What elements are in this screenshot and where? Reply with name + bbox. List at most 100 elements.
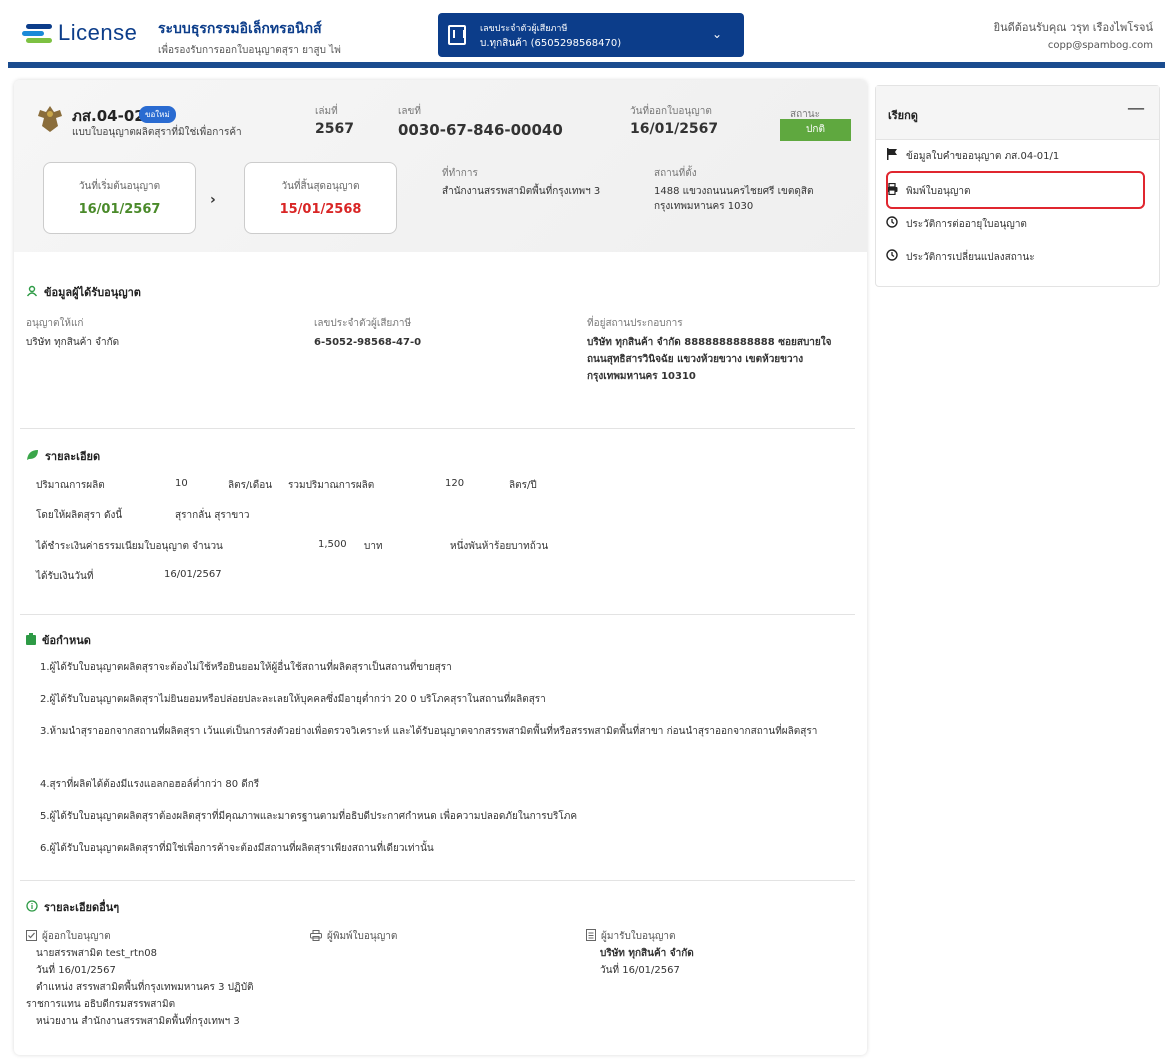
taxpayer-label: เลขประจำตัวผู้เสียภาษี [480, 24, 568, 34]
quantity-value: 10 [175, 478, 188, 489]
building-icon [448, 25, 466, 45]
licensee-tax-label: เลขประจำตัวผู้เสียภาษี [314, 318, 412, 329]
grant-to-label: อนุญาตให้แก่ [26, 318, 84, 329]
details-title-text: รายละเอียด [45, 450, 101, 463]
liquor-type-value: สุรากลั่น สุราขาว [175, 510, 250, 521]
start-date-label: วันที่เริ่มต้นอนุญาต [78, 181, 161, 192]
license-number-label: เลขที่ [398, 106, 421, 117]
grant-to-field: อนุญาตให้แก่ บริษัท ทุกสินค้า จำกัด [26, 316, 119, 351]
chevron-down-icon[interactable]: ⌄ [712, 27, 722, 41]
condition-item: 5.ผู้ได้รับใบอนุญาตผลิตสุราต้องผลิตสุราท… [40, 811, 578, 822]
divider [20, 614, 855, 615]
print-license-highlight [886, 171, 1145, 209]
issue-date-label: วันที่ออกใบอนุญาต [630, 106, 712, 117]
condition-item: 6.ผู้ได้รับใบอนุญาตผลิตสุราที่มิใช่เพื่อ… [40, 843, 434, 854]
business-address-field: ที่อยู่สถานประกอบการ บริษัท ทุกสินค้า จำ… [587, 316, 832, 385]
receiver-label: ผู้มารับใบอนุญาต [601, 931, 676, 942]
issuer-header: ผู้ออกใบอนุญาต [26, 929, 111, 944]
location-label: สถานที่ตั้ง [654, 168, 697, 179]
request-type-badge: ขอใหม่ [139, 106, 176, 123]
flag-icon [886, 148, 898, 160]
license-number-field: เลขที่ 0030-67-846-00040 [398, 104, 563, 139]
book-number-field: เล่มที่ 2567 [315, 104, 354, 137]
other-details-section-title: รายละเอียดอื่นๆ [26, 898, 119, 916]
garuda-emblem-icon [38, 106, 62, 132]
license-number-value: 0030-67-846-00040 [398, 121, 563, 139]
logo-text: License [58, 20, 138, 45]
chevron-right-icon: › [210, 192, 216, 208]
condition-item: 1.ผู้ได้รับใบอนุญาตผลิตสุราจะต้องไม่ใช้ห… [40, 662, 452, 673]
issuer-date: วันที่ 16/01/2567 [36, 965, 116, 976]
browse-panel-header: เรียกดู — [876, 86, 1159, 140]
system-subtitle-text: เพื่อรองรับการออกใบอนุญาตสุรา ยาสูบ ไพ่ [158, 45, 341, 56]
location-line2: กรุงเทพมหานคร 1030 [654, 201, 754, 212]
end-date-label: วันที่สิ้นสุดอนุญาต [281, 181, 360, 192]
taxpayer-selector[interactable]: เลขประจำตัวผู้เสียภาษี บ.ทุกสินค้า (6505… [438, 13, 744, 57]
document-icon [586, 929, 596, 944]
start-date-box: วันที่เริ่มต้นอนุญาต 16/01/2567 [43, 162, 196, 234]
sidebar-item-renewal-history[interactable]: ประวัติการต่ออายุใบอนุญาต [886, 216, 1027, 232]
checkbox-icon [26, 929, 37, 944]
top-bar: License ระบบธุรกรรมอิเล็กทรอนิกส์ เพื่อร… [8, 8, 1165, 68]
paid-date-label: ได้รับเงินวันที่ [36, 571, 94, 582]
system-title: ระบบธุรกรรมอิเล็กทรอนิกส์ เพื่อรองรับการ… [158, 18, 341, 58]
book-number-label: เล่มที่ [315, 106, 338, 117]
office-value: สำนักงานสรรพสามิตพื้นที่กรุงเทพฯ 3 [442, 186, 601, 197]
book-number-value: 2567 [315, 121, 354, 137]
printer-icon [310, 929, 322, 944]
license-logo[interactable]: License [22, 20, 137, 46]
person-icon [26, 285, 38, 300]
clock-icon [886, 249, 898, 261]
user-email: copp@spambog.com [1047, 40, 1153, 51]
license-detail-card: ภส.04-02/1 ขอใหม่ แบบใบอนุญาตผลิตสุราที่… [14, 80, 867, 1055]
quantity-label: ปริมาณการผลิต [36, 480, 105, 491]
issuer-name: นายสรรพสามิต test_rtn08 [36, 948, 158, 959]
issuer-position-line2: ราชการแทน อธิบดีกรมสรรพสามิต [26, 999, 176, 1010]
location-line1: 1488 แขวงถนนนครไชยศรี เขตดุสิต [654, 186, 814, 197]
collapse-icon[interactable]: — [1127, 98, 1145, 119]
paid-date-value: 16/01/2567 [164, 569, 222, 580]
total-quantity-value: 120 [445, 478, 465, 489]
business-address-line2: ถนนสุทธิสารวินิจฉัย แขวงห้วยขวาง เขตห้วย… [587, 354, 804, 365]
end-date-value: 15/01/2568 [279, 202, 362, 217]
issue-date-value: 16/01/2567 [630, 121, 719, 137]
receiver-date: วันที่ 16/01/2567 [600, 965, 680, 976]
receiver-name: บริษัท ทุกสินค้า จำกัด [600, 948, 694, 959]
divider [20, 880, 855, 881]
welcome-text: ยินดีต้อนรับคุณ วรุท เรืองไพโรจน์ [993, 21, 1153, 34]
office-field: ที่ทำการ สำนักงานสรรพสามิตพื้นที่กรุงเทพ… [442, 166, 600, 199]
license-subtitle: แบบใบอนุญาตผลิตสุราที่มิใช่เพื่อการค้า [72, 127, 242, 138]
divider [20, 428, 855, 429]
conditions-section-title: ข้อกำหนด [26, 631, 91, 649]
taxpayer-value: บ.ทุกสินค้า (6505298568470) [480, 38, 622, 49]
issue-date-field: วันที่ออกใบอนุญาต 16/01/2567 [630, 104, 718, 137]
condition-item: 4.สุราที่ผลิตได้ต้องมีแรงแอลกอฮอล์ต่ำกว่… [40, 779, 260, 790]
sidebar-item-label: ประวัติการต่ออายุใบอนุญาต [906, 219, 1027, 230]
grant-to-value: บริษัท ทุกสินค้า จำกัด [26, 337, 120, 348]
fee-label: ได้ชำระเงินค่าธรรมเนียมใบอนุญาต จำนวน [36, 541, 223, 552]
issuer-position-line1: ตำแหน่ง สรรพสามิตพื้นที่กรุงเทพมหานคร 3 … [36, 982, 254, 993]
liquor-type-label: โดยให้ผลิตสุรา ดังนี้ [36, 510, 123, 521]
leaf-icon [26, 449, 39, 464]
info-icon [26, 899, 38, 915]
condition-item: 3.ห้ามนำสุราออกจากสถานที่ผลิตสุรา เว้นแต… [40, 726, 818, 737]
logo-icon [22, 22, 52, 44]
issuer-unit: หน่วยงาน สำนักงานสรรพสามิตพื้นที่กรุงเทพ… [36, 1016, 240, 1027]
sidebar-item-label: ข้อมูลใบคำขออนุญาต ภส.04-01/1 [906, 151, 1060, 162]
browse-panel-title: เรียกดู [888, 109, 918, 122]
fee-value: 1,500 [318, 539, 347, 550]
clipboard-icon [26, 632, 36, 648]
sidebar-item-request-info[interactable]: ข้อมูลใบคำขออนุญาต ภส.04-01/1 [887, 148, 1060, 164]
quantity-unit: ลิตร/เดือน [228, 480, 273, 491]
user-info: ยินดีต้อนรับคุณ วรุท เรืองไพโรจน์ copp@s… [994, 18, 1153, 51]
licensee-title-text: ข้อมูลผู้ได้รับอนุญาต [44, 286, 141, 299]
condition-item: 2.ผู้ได้รับใบอนุญาตผลิตสุราไม่ยินยอมหรือ… [40, 694, 546, 705]
office-label: ที่ทำการ [442, 168, 478, 179]
sidebar-item-status-history[interactable]: ประวัติการเปลี่ยนแปลงสถานะ [886, 249, 1035, 265]
fee-unit: บาท [364, 541, 383, 552]
printer-label: ผู้พิมพ์ใบอนุญาต [327, 931, 398, 942]
licensee-tax-value: 6-5052-98568-47-0 [314, 337, 422, 348]
sidebar-item-label: ประวัติการเปลี่ยนแปลงสถานะ [906, 252, 1035, 263]
issuer-label: ผู้ออกใบอนุญาต [42, 931, 111, 942]
system-title-text: ระบบธุรกรรมอิเล็กทรอนิกส์ [158, 21, 322, 37]
